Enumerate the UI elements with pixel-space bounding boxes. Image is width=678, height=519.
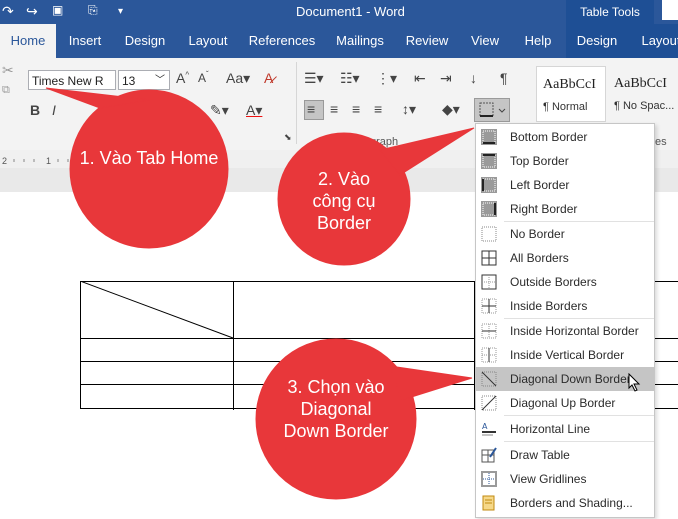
all-borders-icon: [481, 250, 497, 266]
menu-item-label: Diagonal Down Border: [510, 372, 631, 386]
inside-vertical-border-icon: [481, 347, 497, 363]
menu-item-label: Top Border: [510, 154, 569, 168]
menu-item-label: View Gridlines: [510, 472, 587, 486]
menu-item-label: All Borders: [510, 251, 569, 265]
menu-item-label: Inside Vertical Border: [510, 348, 625, 362]
borders-dropdown-menu: Bottom Border Top Border Left Border Rig…: [475, 123, 655, 518]
menu-item-label: Outside Borders: [510, 275, 597, 289]
borders-shading-icon: [482, 495, 495, 511]
menu-item-right-border[interactable]: Right Border: [476, 197, 654, 221]
no-border-icon: [481, 226, 497, 242]
menu-item-draw-table[interactable]: Draw Table: [476, 443, 654, 467]
draw-table-icon: [481, 447, 497, 463]
left-border-icon: [481, 177, 497, 193]
outside-borders-icon: [481, 274, 497, 290]
menu-item-outside-borders[interactable]: Outside Borders: [476, 270, 654, 294]
menu-item-label: Draw Table: [510, 448, 570, 462]
menu-item-label: Horizontal Line: [510, 422, 591, 436]
inside-horizontal-border-icon: [481, 323, 497, 339]
bottom-border-icon: [481, 129, 497, 145]
menu-item-diagonal-up-border[interactable]: Diagonal Up Border: [476, 391, 654, 415]
menu-item-label: Borders and Shading...: [510, 496, 633, 510]
menu-item-no-border[interactable]: No Border: [476, 222, 654, 246]
menu-item-diagonal-down-border[interactable]: Diagonal Down Border: [476, 367, 654, 392]
menu-item-label: No Border: [510, 227, 565, 241]
callout-text: 3. Chọn vào Diagonal Down Border: [283, 377, 389, 441]
menu-item-left-border[interactable]: Left Border: [476, 173, 654, 197]
menu-item-label: Inside Horizontal Border: [510, 324, 639, 338]
menu-item-horizontal-line[interactable]: A Horizontal Line: [476, 417, 654, 441]
inside-borders-icon: [481, 298, 497, 314]
menu-item-top-border[interactable]: Top Border: [476, 149, 654, 173]
horizontal-line-icon: A: [482, 422, 496, 436]
menu-item-borders-and-shading[interactable]: Borders and Shading...: [476, 491, 654, 515]
menu-item-inside-vertical-border[interactable]: Inside Vertical Border: [476, 343, 654, 367]
diagonal-down-border-icon: [481, 371, 497, 387]
menu-item-inside-borders[interactable]: Inside Borders: [476, 294, 654, 318]
menu-item-label: Left Border: [510, 178, 570, 192]
callout-text: 2. Vào công cụ Border: [312, 169, 376, 233]
menu-item-view-gridlines[interactable]: View Gridlines: [476, 467, 654, 491]
menu-item-all-borders[interactable]: All Borders: [476, 246, 654, 270]
menu-item-label: Bottom Border: [510, 130, 588, 144]
top-border-icon: [481, 153, 497, 169]
menu-item-label: Diagonal Up Border: [510, 396, 616, 410]
svg-text:A: A: [482, 422, 488, 431]
right-border-icon: [481, 201, 497, 217]
callout-text: 1. Vào Tab Home: [79, 148, 219, 168]
menu-item-label: Inside Borders: [510, 299, 588, 313]
mouse-cursor-icon: [628, 373, 641, 392]
view-gridlines-icon: [481, 471, 497, 487]
callout-pointer-2: [379, 127, 475, 176]
menu-item-inside-horizontal-border[interactable]: Inside Horizontal Border: [476, 319, 654, 343]
callout-pointer-3: [389, 365, 473, 401]
diagonal-up-border-icon: [481, 395, 497, 411]
callout-bubble-1: [69, 89, 229, 249]
menu-item-bottom-border[interactable]: Bottom Border: [476, 125, 654, 149]
menu-item-label: Right Border: [510, 202, 578, 216]
